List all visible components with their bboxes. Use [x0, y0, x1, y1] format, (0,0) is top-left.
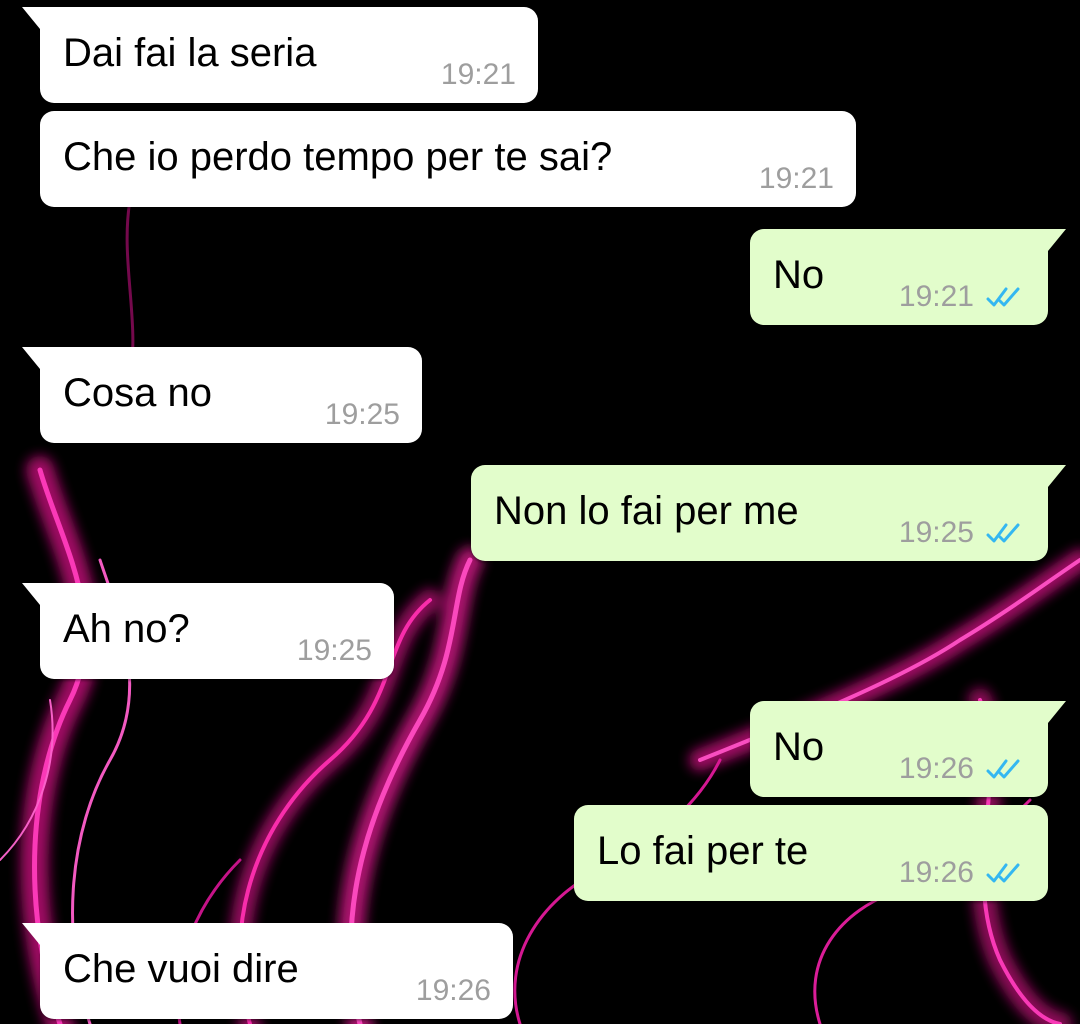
message-meta: 19:21 [759, 161, 834, 197]
double-check-read-icon [986, 523, 1020, 543]
message-text: Ah no? [63, 607, 190, 651]
double-check-read-icon [986, 863, 1020, 883]
message-bubble-incoming[interactable]: Che io perdo tempo per te sai? 19:21 [40, 111, 856, 207]
message-timestamp: 19:25 [296, 634, 372, 667]
message-bubble-incoming[interactable]: Ah no? 19:25 [22, 583, 394, 679]
message-text: Che io perdo tempo per te sai? [63, 135, 613, 179]
message-timestamp: 19:26 [415, 974, 491, 1007]
message-timestamp: 19:26 [898, 752, 974, 785]
message-timestamp: 19:21 [898, 280, 974, 313]
message-text: Cosa no [63, 371, 212, 415]
message-bubble-outgoing[interactable]: No 19:26 [750, 701, 1066, 797]
message-bubble-incoming[interactable]: Che vuoi dire 19:26 [22, 923, 513, 1019]
message-bubble-outgoing[interactable]: Non lo fai per me 19:25 [471, 465, 1066, 561]
message-meta: 19:21 [441, 57, 516, 93]
message-timestamp: 19:25 [324, 398, 400, 431]
double-check-read-icon [986, 287, 1020, 307]
message-bubble-outgoing[interactable]: No 19:21 [750, 229, 1066, 325]
message-text: Che vuoi dire [63, 947, 299, 991]
message-timestamp: 19:21 [758, 162, 834, 195]
double-check-read-icon [986, 759, 1020, 779]
message-meta: 19:25 [297, 633, 372, 669]
message-text: Lo fai per te [597, 829, 809, 873]
message-bubble-incoming[interactable]: Cosa no 19:25 [22, 347, 422, 443]
message-timestamp: 19:25 [898, 516, 974, 549]
message-meta: 19:21 [899, 279, 1026, 315]
message-text: Non lo fai per me [494, 489, 799, 533]
message-text: Dai fai la seria [63, 31, 317, 75]
message-meta: 19:25 [899, 515, 1026, 551]
message-text: No [773, 253, 825, 297]
message-timestamp: 19:21 [440, 58, 516, 91]
message-text: No [773, 725, 825, 769]
message-meta: 19:26 [899, 855, 1026, 891]
message-meta: 19:26 [416, 973, 491, 1009]
message-meta: 19:26 [899, 751, 1026, 787]
message-timestamp: 19:26 [898, 856, 974, 889]
message-bubble-incoming[interactable]: Dai fai la seria 19:21 [22, 7, 538, 103]
message-meta: 19:25 [325, 397, 400, 433]
message-bubble-outgoing[interactable]: Lo fai per te 19:26 [574, 805, 1048, 901]
conversation-view[interactable]: Dai fai la seria 19:21 Che io perdo temp… [0, 0, 1080, 1024]
